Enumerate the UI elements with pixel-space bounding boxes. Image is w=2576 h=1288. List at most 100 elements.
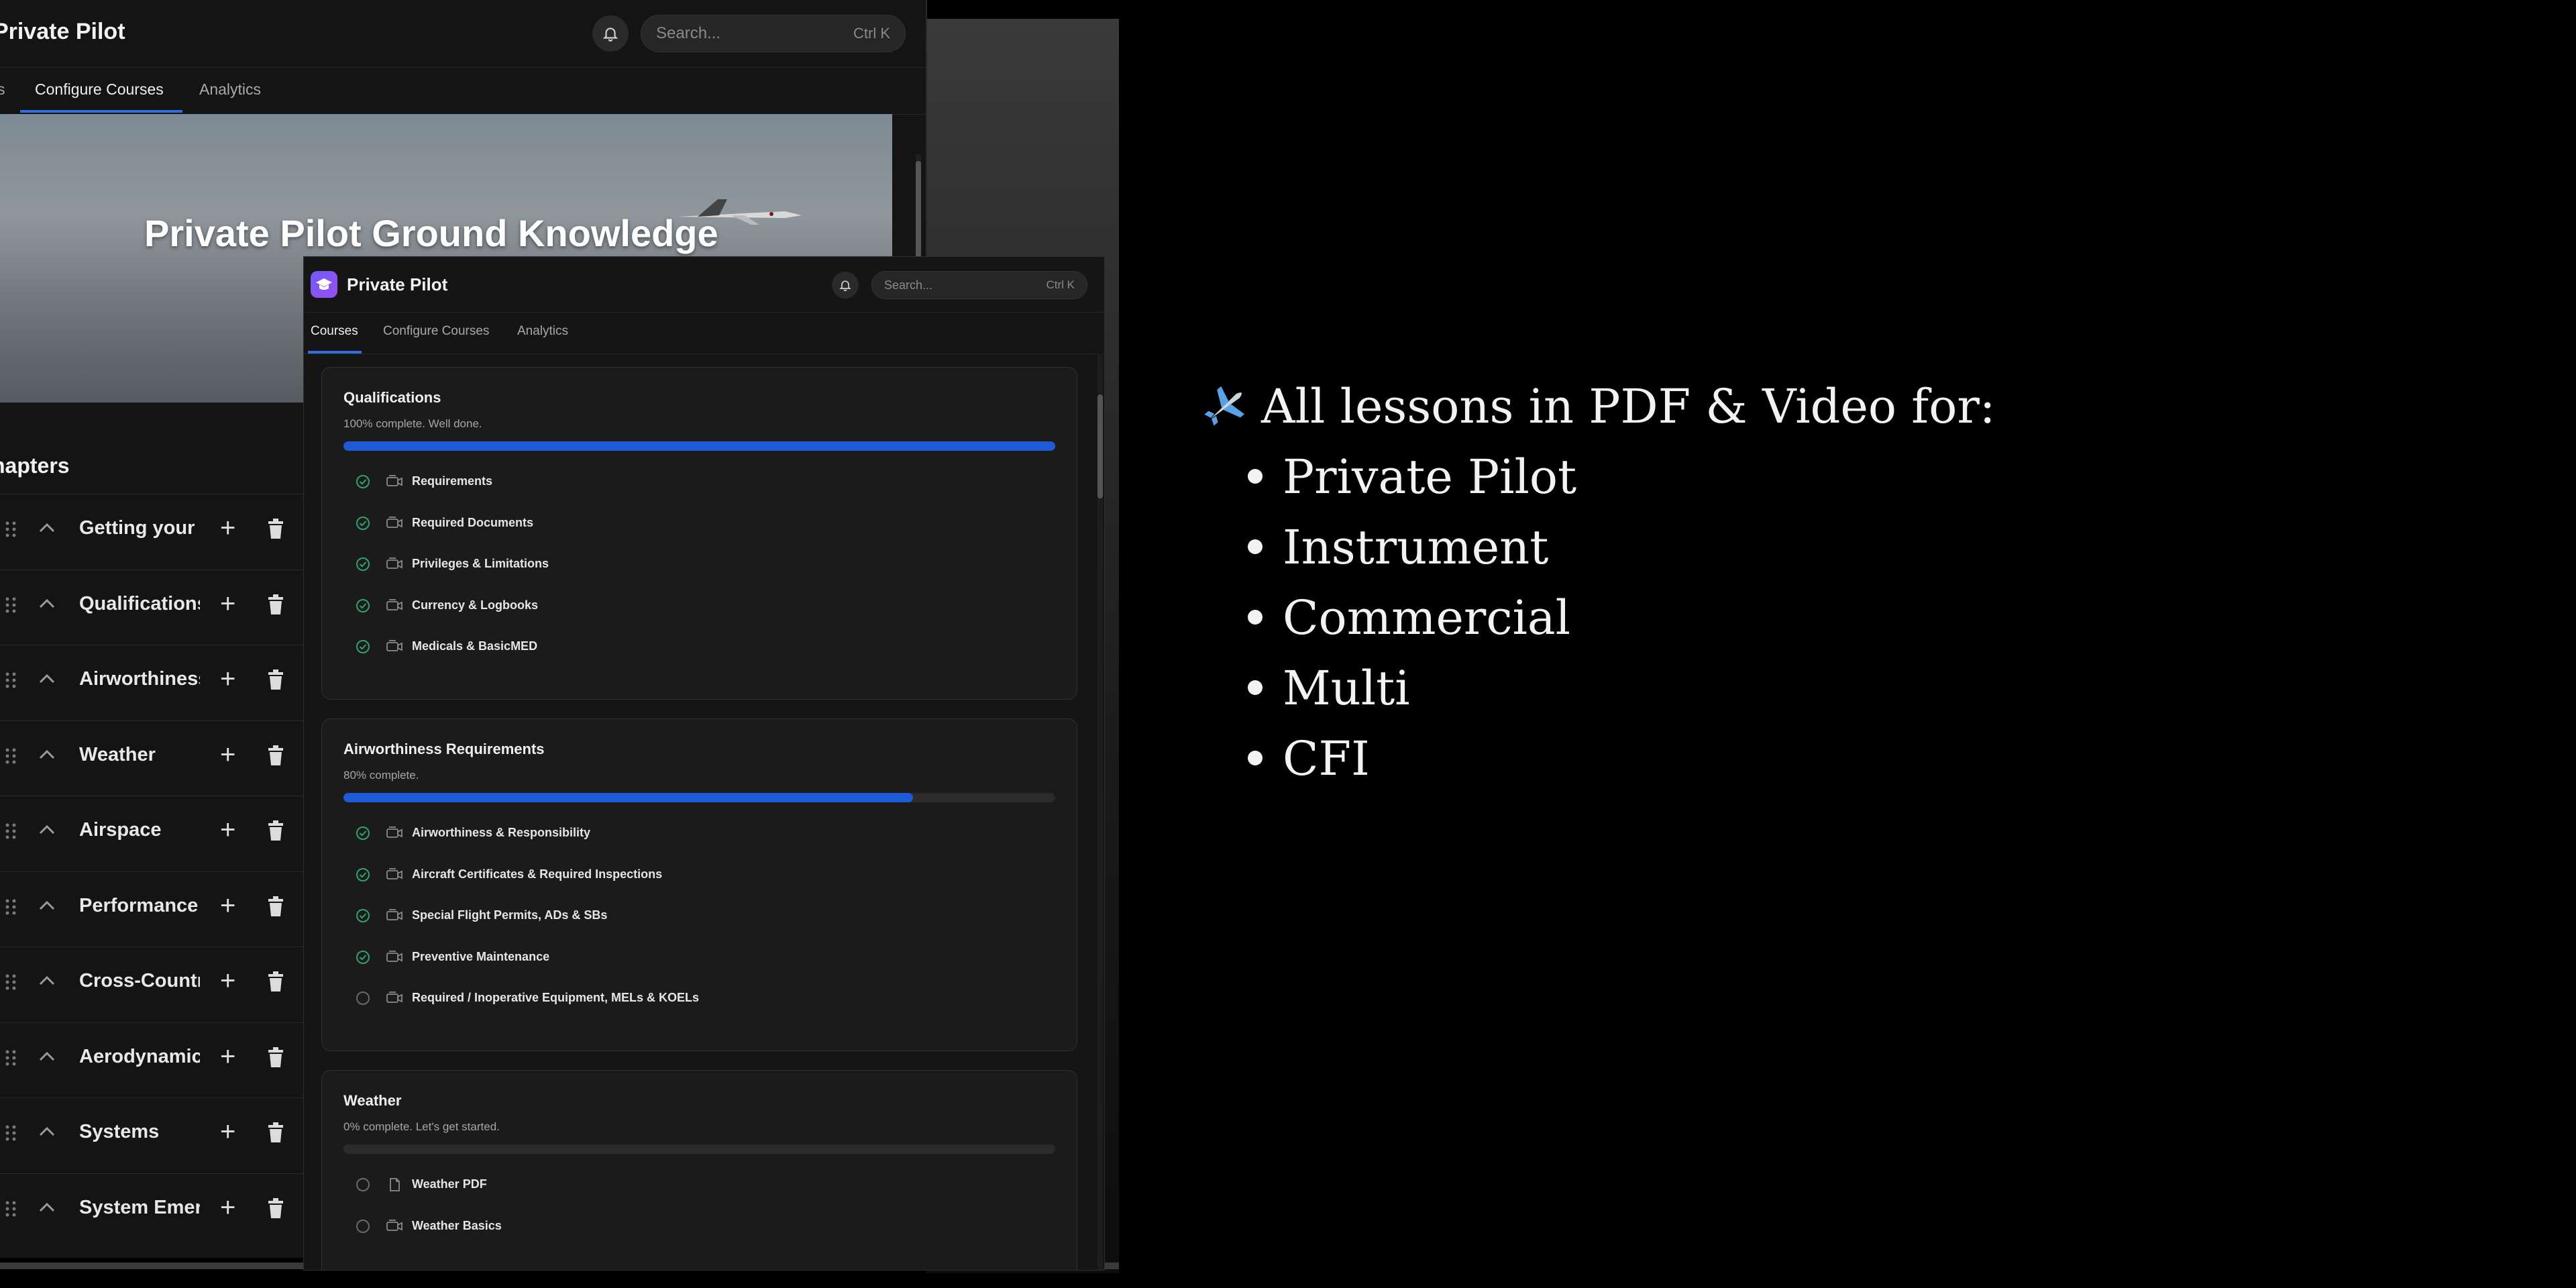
chapter-label: Performance & xyxy=(79,894,200,916)
chapter-row[interactable]: Cross-Country + xyxy=(0,947,309,1021)
bullet-icon xyxy=(1248,539,1263,554)
course-title: Private Pilot Ground Knowledge xyxy=(144,212,718,254)
video-icon xyxy=(386,867,402,879)
chapter-row[interactable]: Systems + xyxy=(0,1097,309,1172)
chevron-up-icon[interactable] xyxy=(38,1201,56,1214)
tab-configure-courses[interactable]: Configure Courses xyxy=(383,324,489,339)
add-lesson-icon[interactable]: + xyxy=(220,892,235,919)
drag-handle-icon[interactable] xyxy=(4,1049,17,1067)
search-input[interactable]: Search... Ctrl K xyxy=(641,15,906,52)
lesson-label: Preventive Maintenance xyxy=(412,949,550,963)
check-circle-icon xyxy=(356,516,370,530)
chevron-up-icon[interactable] xyxy=(38,521,56,535)
chevron-up-icon[interactable] xyxy=(38,1050,56,1063)
bell-icon[interactable] xyxy=(592,15,629,52)
chapter-label: Systems xyxy=(79,1121,160,1142)
check-circle-icon xyxy=(356,826,370,840)
chapter-row[interactable]: Airworthiness + xyxy=(0,645,309,719)
chapter-row[interactable]: Getting your P + xyxy=(0,494,309,568)
chapter-row[interactable]: System Emerg + xyxy=(0,1173,309,1248)
trash-icon[interactable] xyxy=(267,1122,284,1142)
chevron-up-icon[interactable] xyxy=(38,597,56,610)
tab-analytics[interactable]: Analytics xyxy=(199,80,261,99)
search-input[interactable]: Search... Ctrl K xyxy=(871,271,1087,299)
graduation-cap-logo-icon xyxy=(311,271,337,298)
video-icon xyxy=(386,598,402,610)
add-lesson-icon[interactable]: + xyxy=(220,515,235,541)
lesson-label: Airworthiness & Responsibility xyxy=(412,826,591,839)
front-window-header: Private Pilot Search... Ctrl K xyxy=(304,257,1104,313)
promo-heading-line: All lessons in PDF & Video for: xyxy=(1201,379,1995,434)
drag-handle-icon[interactable] xyxy=(4,1199,17,1218)
active-tab-indicator xyxy=(20,110,182,113)
video-icon xyxy=(386,826,402,838)
empty-circle-icon xyxy=(356,1178,370,1191)
search-shortcut: Ctrl K xyxy=(1046,278,1075,291)
bullet-icon xyxy=(1248,680,1263,695)
check-circle-icon xyxy=(356,950,370,964)
chapter-row[interactable]: Qualifications + xyxy=(0,569,309,644)
chapter-row[interactable]: Weather + xyxy=(0,720,309,795)
chapter-row[interactable]: Airspace + xyxy=(0,796,309,870)
check-circle-icon xyxy=(356,475,370,488)
promo-item-label: CFI xyxy=(1283,731,1370,786)
tab-courses[interactable]: Courses xyxy=(311,324,358,339)
drag-handle-icon[interactable] xyxy=(4,520,17,539)
trash-icon[interactable] xyxy=(267,669,284,690)
drag-handle-icon[interactable] xyxy=(4,822,17,841)
add-lesson-icon[interactable]: + xyxy=(220,590,235,617)
scrollbar-thumb[interactable] xyxy=(1097,394,1103,498)
section-progress-text: 80% complete. xyxy=(343,769,419,782)
check-circle-icon xyxy=(356,867,370,881)
trash-icon[interactable] xyxy=(267,745,284,765)
trash-icon[interactable] xyxy=(267,519,284,539)
add-lesson-icon[interactable]: + xyxy=(220,741,235,768)
add-lesson-icon[interactable]: + xyxy=(220,816,235,843)
check-circle-icon xyxy=(356,598,370,612)
drag-handle-icon[interactable] xyxy=(4,1124,17,1142)
add-lesson-icon[interactable]: + xyxy=(220,967,235,994)
add-lesson-icon[interactable]: + xyxy=(220,1118,235,1145)
add-lesson-icon[interactable]: + xyxy=(220,665,235,692)
trash-icon[interactable] xyxy=(267,820,284,841)
promo-item-label: Private Pilot xyxy=(1283,449,1577,504)
drag-handle-icon[interactable] xyxy=(4,671,17,690)
trash-icon[interactable] xyxy=(267,1046,284,1067)
chapter-row[interactable]: Aerodynamics + xyxy=(0,1022,309,1097)
bell-icon[interactable] xyxy=(832,272,859,299)
chevron-up-icon[interactable] xyxy=(38,974,56,987)
back-window-header: Private Pilot Search... Ctrl K xyxy=(0,0,926,68)
chevron-up-icon[interactable] xyxy=(38,748,56,761)
chapter-label: Airworthiness xyxy=(79,668,200,690)
video-icon xyxy=(386,950,402,962)
video-icon xyxy=(386,1219,402,1231)
chevron-up-icon[interactable] xyxy=(38,672,56,686)
drag-handle-icon[interactable] xyxy=(4,973,17,991)
tab-courses[interactable]: s xyxy=(0,80,5,99)
drag-handle-icon[interactable] xyxy=(4,596,17,614)
promo-list-item: Private Pilot xyxy=(1248,449,1576,504)
add-lesson-icon[interactable]: + xyxy=(220,1194,235,1221)
drag-handle-icon[interactable] xyxy=(4,747,17,765)
lesson-label: Weather PDF xyxy=(412,1177,487,1191)
lesson-label: Required Documents xyxy=(412,515,534,529)
chevron-up-icon[interactable] xyxy=(38,823,56,837)
promo-item-label: Commercial xyxy=(1283,590,1571,645)
chevron-up-icon[interactable] xyxy=(38,1125,56,1138)
lesson-label: Medicals & BasicMED xyxy=(412,639,538,653)
trash-icon[interactable] xyxy=(267,896,284,916)
front-window: Private Pilot Search... Ctrl K Courses C… xyxy=(303,256,1105,1271)
tab-configure-courses[interactable]: Configure Courses xyxy=(35,80,164,99)
airplane-emoji-icon xyxy=(1204,386,1245,426)
trash-icon[interactable] xyxy=(267,1197,284,1218)
active-tab-indicator xyxy=(308,351,362,354)
trash-icon[interactable] xyxy=(267,594,284,614)
chevron-up-icon[interactable] xyxy=(38,899,56,912)
add-lesson-icon[interactable]: + xyxy=(220,1043,235,1070)
trash-icon[interactable] xyxy=(267,971,284,991)
drag-handle-icon[interactable] xyxy=(4,898,17,916)
section-progress-text: 100% complete. Well done. xyxy=(343,417,482,430)
chapter-row[interactable]: Performance & + xyxy=(0,871,309,946)
promo-list-item: Instrument xyxy=(1248,520,1548,575)
tab-analytics[interactable]: Analytics xyxy=(517,324,568,339)
